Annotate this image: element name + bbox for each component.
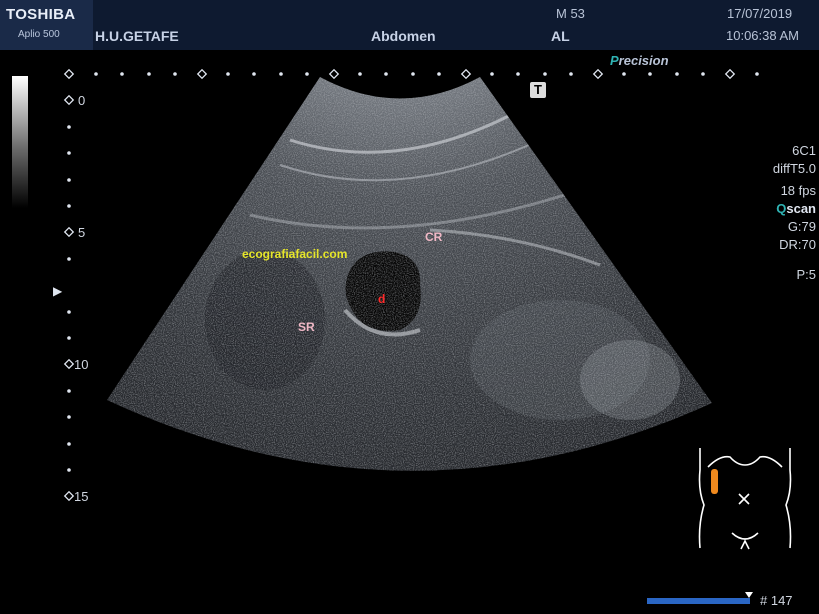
body-marker-icon: [698, 448, 792, 550]
t-marker: T: [530, 82, 546, 98]
probe-label: 6C1: [792, 143, 816, 158]
focus-marker-icon: ▶: [53, 284, 63, 298]
cine-position-marker-icon: [745, 592, 753, 598]
depth-label-15: 15: [74, 489, 89, 504]
dr-label: DR:70: [779, 237, 816, 252]
cine-progress-bar: [647, 598, 750, 604]
depth-label-0: 0: [78, 93, 86, 108]
depth-scale: [63, 94, 75, 502]
watermark: ecografiafacil.com: [242, 247, 348, 261]
annotation-d: d: [378, 292, 386, 306]
gain-label: G:79: [787, 219, 816, 234]
frame-number: # 147: [760, 593, 793, 608]
qscan-label: Qscan: [776, 201, 816, 216]
fps-label: 18 fps: [780, 183, 816, 198]
p-label: P:5: [796, 267, 816, 282]
imaging-parameters: 6C1 diffT5.0 18 fps Qscan G:79 DR:70 P:5: [773, 142, 816, 284]
depth-label-10: 10: [74, 357, 89, 372]
annotation-sr: SR: [298, 320, 315, 334]
diff-label: diffT5.0: [772, 161, 816, 176]
annotation-cr: CR: [425, 230, 443, 244]
lateral-scale: [63, 68, 759, 80]
depth-label-5: 5: [78, 225, 86, 240]
